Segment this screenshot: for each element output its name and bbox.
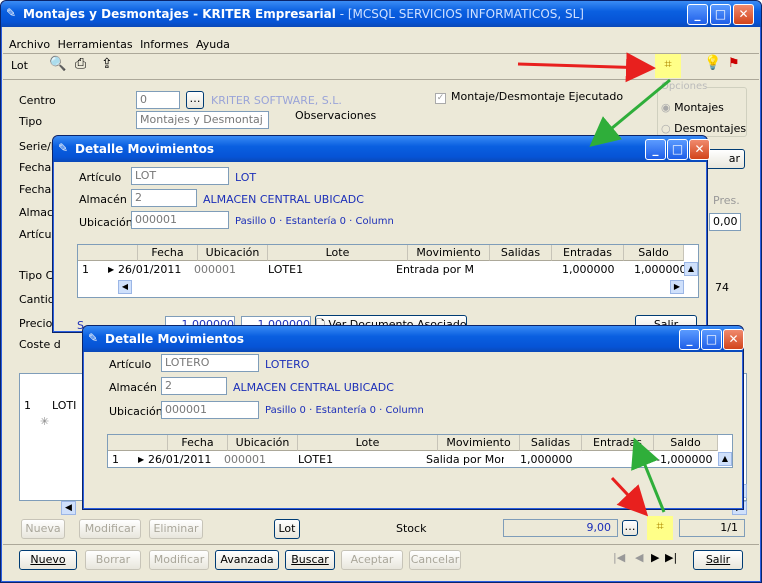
annotation-arrows: [517, 52, 671, 517]
green-arrow-bottom: [631, 437, 666, 513]
red-arrow-bottom: [610, 476, 649, 517]
green-arrow-top: [589, 78, 671, 147]
red-arrow-top: [517, 52, 656, 83]
